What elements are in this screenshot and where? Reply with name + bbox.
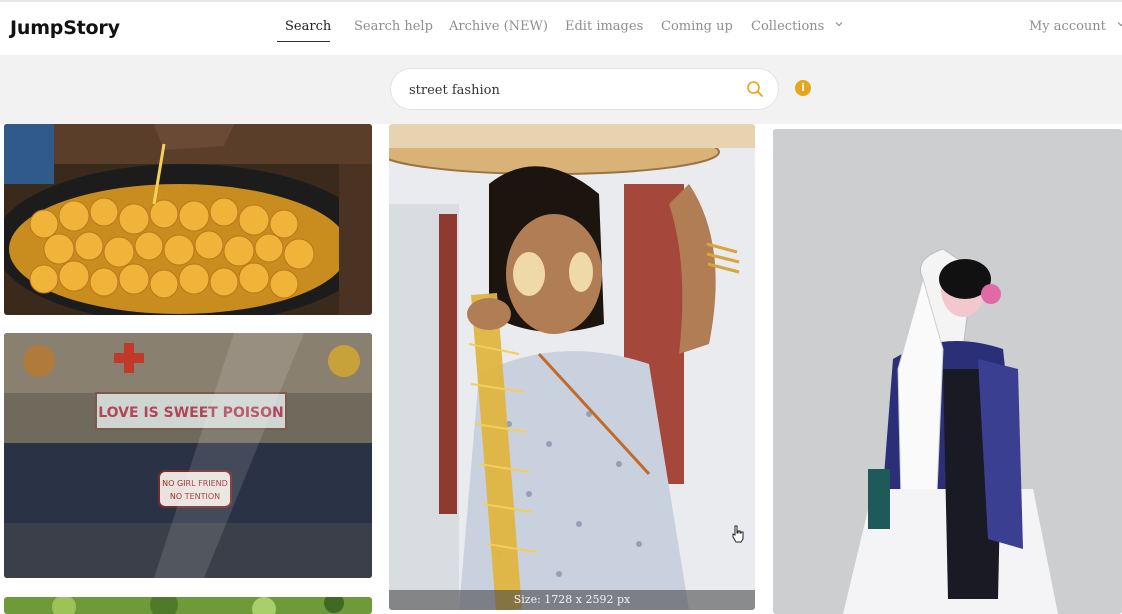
nav-edit-images[interactable]: Edit images bbox=[565, 19, 643, 34]
image-girl-basket bbox=[389, 124, 755, 610]
search-icon[interactable] bbox=[746, 80, 764, 98]
nav-search[interactable]: Search bbox=[285, 19, 331, 34]
nav-collections[interactable]: Collections bbox=[751, 19, 844, 34]
image-truck: LOVE IS SWEET POISON NO GIRL FRIEND NO T… bbox=[4, 333, 372, 578]
image-result-girl-basket[interactable]: Size: 1728 x 2592 px bbox=[389, 124, 755, 610]
image-result-fried-food[interactable] bbox=[4, 124, 372, 315]
image-size-label: Size: 1728 x 2592 px bbox=[389, 590, 755, 610]
nav-coming-up[interactable]: Coming up bbox=[661, 19, 733, 34]
image-result-foliage[interactable] bbox=[4, 597, 372, 614]
nav-search-help[interactable]: Search help bbox=[354, 19, 433, 34]
my-account-label: My account bbox=[1029, 19, 1106, 34]
info-icon[interactable]: i bbox=[795, 80, 811, 96]
search-bar-area: i bbox=[0, 55, 1122, 124]
image-opera bbox=[773, 129, 1122, 614]
hand-cursor-icon bbox=[732, 525, 744, 543]
chevron-down-icon bbox=[1117, 22, 1122, 27]
search-input[interactable] bbox=[409, 79, 729, 101]
nav-active-underline bbox=[277, 41, 330, 42]
top-navigation: JumpStory Search Search help Archive (NE… bbox=[0, 0, 1122, 55]
image-foliage bbox=[4, 597, 372, 614]
image-result-opera[interactable] bbox=[773, 129, 1122, 614]
image-result-truck[interactable]: LOVE IS SWEET POISON NO GIRL FRIEND NO T… bbox=[4, 333, 372, 578]
nav-collections-label: Collections bbox=[751, 19, 825, 34]
nav-archive[interactable]: Archive (NEW) bbox=[449, 19, 548, 34]
logo[interactable]: JumpStory bbox=[10, 17, 120, 39]
nav-my-account[interactable]: My account bbox=[1029, 19, 1122, 34]
chevron-down-icon bbox=[836, 22, 843, 27]
image-fried-food bbox=[4, 124, 372, 315]
search-box[interactable] bbox=[390, 68, 779, 110]
